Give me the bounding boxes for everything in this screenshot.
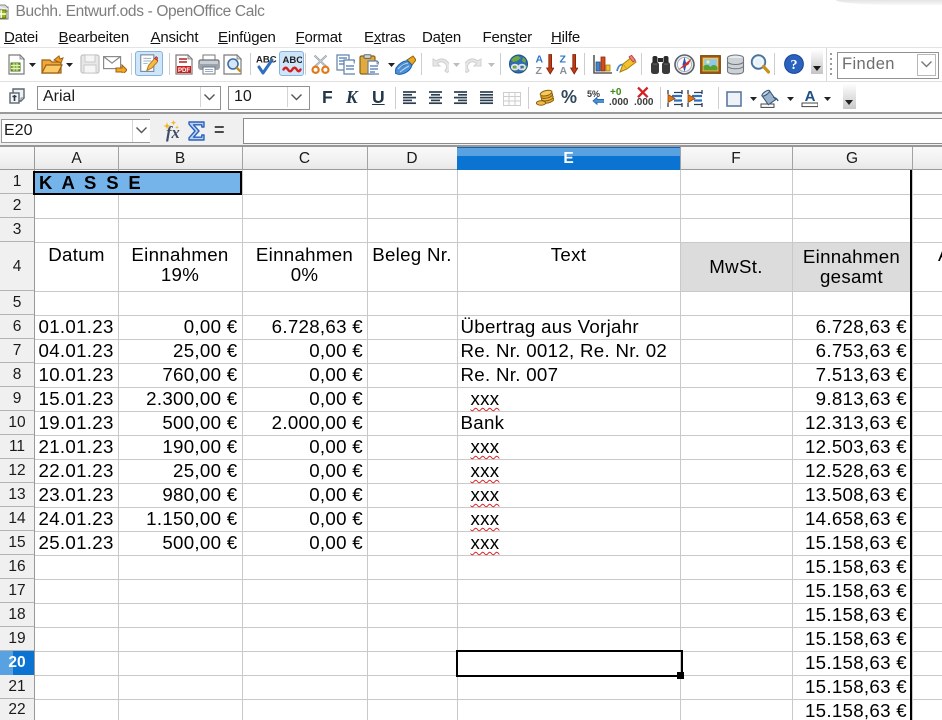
svg-text:ABC: ABC bbox=[256, 55, 277, 66]
svg-text:Z: Z bbox=[536, 65, 543, 76]
svg-text:PDF: PDF bbox=[178, 68, 190, 74]
svg-text:5%: 5% bbox=[587, 89, 600, 99]
svg-text:.000: .000 bbox=[609, 97, 628, 106]
svg-text:?: ? bbox=[791, 58, 798, 73]
svg-text:A: A bbox=[805, 88, 816, 105]
svg-text:Z: Z bbox=[560, 54, 567, 66]
svg-text:A: A bbox=[536, 54, 544, 66]
svg-text:.000: .000 bbox=[634, 97, 653, 106]
svg-text:ABC: ABC bbox=[283, 55, 303, 66]
svg-text:A: A bbox=[560, 65, 568, 76]
